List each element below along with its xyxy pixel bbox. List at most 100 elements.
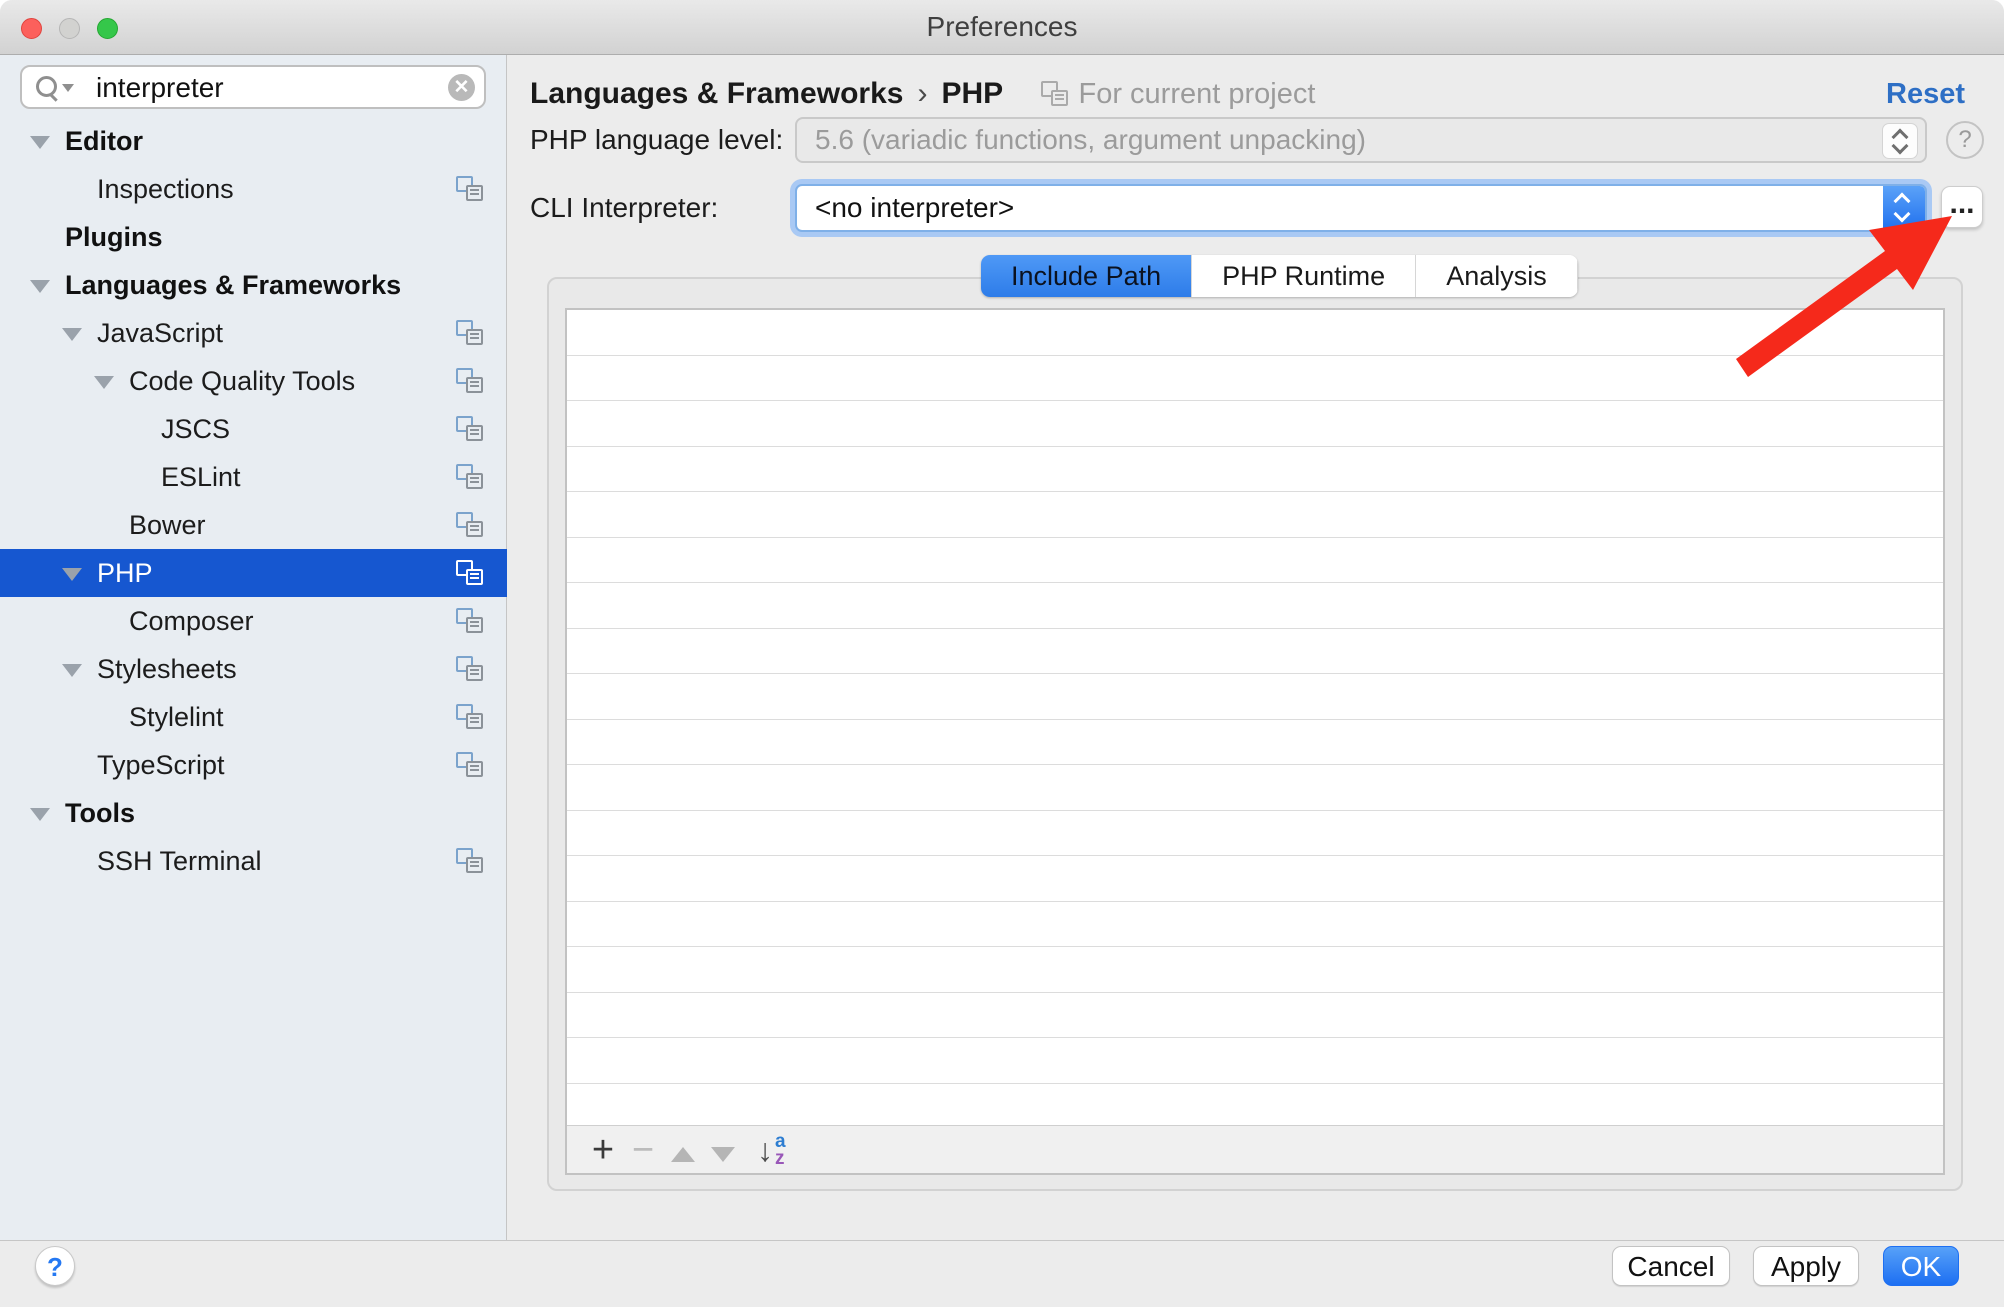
sidebar-item-label: Composer — [129, 597, 254, 645]
clear-search-icon[interactable]: ✕ — [448, 74, 475, 101]
include-path-row[interactable] — [567, 356, 1943, 402]
title-bar: Preferences — [0, 0, 2004, 55]
per-project-settings-icon — [456, 464, 483, 489]
stepper-icon[interactable] — [1882, 123, 1918, 159]
help-icon[interactable]: ? — [1946, 121, 1984, 159]
sidebar-item-label: Stylelint — [129, 693, 224, 741]
move-down-button[interactable] — [703, 1128, 743, 1172]
sort-alphabetically-button[interactable]: ↓ az — [757, 1133, 786, 1167]
per-project-settings-icon — [456, 704, 483, 729]
breadcrumb-root[interactable]: Languages & Frameworks — [530, 77, 903, 110]
sidebar-item-label: Tools — [65, 789, 135, 837]
per-project-settings-icon — [456, 656, 483, 681]
per-project-settings-icon — [456, 176, 483, 201]
sidebar-item-label: Code Quality Tools — [129, 357, 355, 405]
sidebar-item-tools[interactable]: Tools — [0, 789, 507, 837]
move-up-button[interactable] — [663, 1128, 703, 1172]
help-button[interactable]: ? — [35, 1246, 75, 1286]
preferences-window: Preferences ✕ Editor Inspections Plugi — [0, 0, 2004, 1307]
sidebar-item-code-quality-tools[interactable]: Code Quality Tools — [0, 357, 507, 405]
include-path-row[interactable] — [567, 583, 1943, 629]
cancel-button[interactable]: Cancel — [1612, 1246, 1730, 1286]
expand-triangle-icon[interactable] — [30, 136, 50, 149]
per-project-settings-icon — [456, 416, 483, 441]
include-path-row[interactable] — [567, 993, 1943, 1039]
sidebar-item-label: Bower — [129, 501, 206, 549]
sidebar-item-typescript[interactable]: TypeScript — [0, 741, 507, 789]
include-path-row[interactable] — [567, 947, 1943, 993]
include-path-row[interactable] — [567, 674, 1943, 720]
include-path-row[interactable] — [567, 538, 1943, 584]
per-project-settings-icon — [456, 848, 483, 873]
include-path-row[interactable] — [567, 492, 1943, 538]
expand-triangle-icon[interactable] — [62, 664, 82, 677]
ok-button[interactable]: OK — [1883, 1246, 1959, 1286]
include-path-row[interactable] — [567, 401, 1943, 447]
include-path-row[interactable] — [567, 902, 1943, 948]
sidebar-item-label: ESLint — [161, 453, 241, 501]
expand-triangle-icon[interactable] — [30, 808, 50, 821]
sidebar-item-bower[interactable]: Bower — [0, 501, 507, 549]
remove-path-button[interactable]: − — [623, 1128, 663, 1172]
include-path-row[interactable] — [567, 765, 1943, 811]
language-level-select[interactable]: 5.6 (variadic functions, argument unpack… — [795, 117, 1927, 163]
cli-interpreter-label: CLI Interpreter: — [530, 192, 718, 224]
language-level-label: PHP language level: — [530, 124, 783, 156]
sidebar-item-label: Inspections — [97, 165, 234, 213]
sidebar-item-javascript[interactable]: JavaScript — [0, 309, 507, 357]
sidebar-item-composer[interactable]: Composer — [0, 597, 507, 645]
sidebar-item-label: JSCS — [161, 405, 230, 453]
list-toolbar: + − ↓ az — [567, 1125, 1943, 1173]
per-project-settings-icon — [456, 320, 483, 345]
expand-triangle-icon[interactable] — [30, 280, 50, 293]
expand-triangle-icon[interactable] — [62, 328, 82, 341]
include-path-row[interactable] — [567, 1038, 1943, 1084]
move-up-icon — [671, 1147, 695, 1162]
include-path-row[interactable] — [567, 310, 1943, 356]
include-path-row[interactable] — [567, 811, 1943, 857]
settings-sidebar: ✕ Editor Inspections Plugins Languages — [0, 55, 507, 1240]
cli-interpreter-select[interactable]: <no interpreter> — [795, 184, 1927, 232]
sidebar-item-label: JavaScript — [97, 309, 223, 357]
search-options-chevron-icon[interactable] — [62, 84, 74, 92]
tab-include-path[interactable]: Include Path — [981, 255, 1192, 297]
include-path-list: + − ↓ az — [565, 308, 1945, 1175]
sidebar-item-stylelint[interactable]: Stylelint — [0, 693, 507, 741]
add-path-button[interactable]: + — [583, 1128, 623, 1172]
language-level-value: 5.6 (variadic functions, argument unpack… — [815, 119, 1366, 161]
sidebar-item-jscs[interactable]: JSCS — [0, 405, 507, 453]
include-path-row[interactable] — [567, 1084, 1943, 1130]
sidebar-item-label: Editor — [65, 117, 143, 165]
stepper-icon[interactable] — [1883, 186, 1925, 230]
sidebar-item-ssh-terminal[interactable]: SSH Terminal — [0, 837, 507, 885]
sidebar-item-languages-frameworks[interactable]: Languages & Frameworks — [0, 261, 507, 309]
include-path-row[interactable] — [567, 629, 1943, 675]
reset-link[interactable]: Reset — [1886, 76, 1965, 112]
tab-analysis[interactable]: Analysis — [1416, 255, 1578, 297]
include-path-row[interactable] — [567, 720, 1943, 766]
sidebar-item-label: Stylesheets — [97, 645, 237, 693]
search-input[interactable] — [94, 69, 428, 107]
per-project-settings-icon — [456, 368, 483, 393]
expand-triangle-icon[interactable] — [94, 376, 114, 389]
per-project-settings-icon — [1041, 81, 1068, 106]
move-down-icon — [711, 1147, 735, 1162]
sidebar-item-editor[interactable]: Editor — [0, 117, 507, 165]
per-project-settings-icon — [456, 512, 483, 537]
sidebar-item-stylesheets[interactable]: Stylesheets — [0, 645, 507, 693]
sidebar-item-inspections[interactable]: Inspections — [0, 165, 507, 213]
tab-php-runtime[interactable]: PHP Runtime — [1192, 255, 1416, 297]
cli-interpreter-value: <no interpreter> — [815, 186, 1014, 230]
expand-triangle-icon[interactable] — [62, 568, 82, 581]
browse-interpreters-button[interactable]: ... — [1941, 186, 1983, 228]
breadcrumb-separator: › — [917, 77, 927, 110]
include-path-row[interactable] — [567, 447, 1943, 493]
include-path-row[interactable] — [567, 856, 1943, 902]
apply-button[interactable]: Apply — [1753, 1246, 1859, 1286]
php-settings-tabs: Include PathPHP RuntimeAnalysis — [981, 255, 1578, 297]
sidebar-item-label: PHP — [97, 549, 153, 597]
settings-search-field[interactable]: ✕ — [20, 65, 486, 109]
sidebar-item-eslint[interactable]: ESLint — [0, 453, 507, 501]
sidebar-item-php[interactable]: PHP — [0, 549, 507, 597]
sidebar-item-plugins[interactable]: Plugins — [0, 213, 507, 261]
